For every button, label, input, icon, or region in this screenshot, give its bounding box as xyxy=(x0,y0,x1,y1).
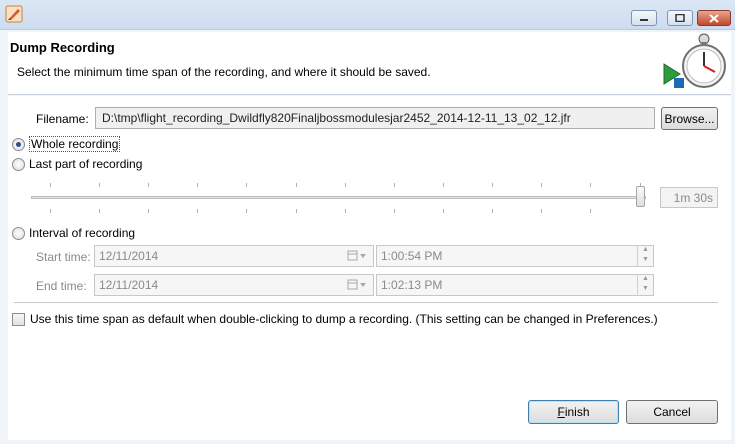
spin-down-icon[interactable]: ▼ xyxy=(638,284,653,294)
radio-whole-recording-circle[interactable] xyxy=(12,137,25,151)
end-time-value: 1:02:13 PM xyxy=(381,278,443,292)
app-flame-icon xyxy=(5,5,23,23)
slider-tick xyxy=(50,209,51,213)
slider-tick xyxy=(590,209,591,213)
close-button[interactable] xyxy=(697,10,731,26)
slider-tick xyxy=(394,209,395,213)
dialog-header: Dump Recording Select the minimum time s… xyxy=(8,32,731,95)
slider-thumb[interactable] xyxy=(636,186,645,207)
slider-tick xyxy=(197,209,198,213)
end-time-field[interactable]: 1:02:13 PM xyxy=(376,274,654,296)
calendar-dropdown-icon xyxy=(347,279,366,290)
close-icon xyxy=(709,13,719,23)
end-date-field[interactable]: 12/11/2014 xyxy=(94,274,374,296)
default-timespan-checkbox-box[interactable] xyxy=(12,312,25,326)
finish-button[interactable]: Finish xyxy=(528,400,619,424)
slider-tick xyxy=(541,183,542,187)
dialog-description: Select the minimum time span of the reco… xyxy=(17,65,431,79)
default-timespan-checkbox[interactable]: Use this time span as default when doubl… xyxy=(12,312,658,326)
slider-tick xyxy=(50,183,51,187)
start-date-field[interactable]: 12/11/2014 xyxy=(94,245,374,267)
spin-up-icon[interactable]: ▲ xyxy=(638,245,653,255)
maximize-icon xyxy=(675,14,685,22)
cancel-button[interactable]: Cancel xyxy=(626,400,718,424)
end-date-calendar-button[interactable] xyxy=(347,278,366,296)
calendar-dropdown-icon xyxy=(347,250,366,261)
slider-tick xyxy=(443,183,444,187)
maximize-button[interactable] xyxy=(667,10,693,26)
radio-whole-recording[interactable]: Whole recording xyxy=(12,136,121,152)
slider-tick xyxy=(345,183,346,187)
slider-tick xyxy=(394,183,395,187)
slider-tick xyxy=(99,209,100,213)
start-time-value: 1:00:54 PM xyxy=(381,249,443,263)
slider-tick xyxy=(541,209,542,213)
slider-tick xyxy=(197,183,198,187)
slider-tick xyxy=(99,183,100,187)
start-time-field[interactable]: 1:00:54 PM xyxy=(376,245,654,267)
stopwatch-record-icon xyxy=(663,33,726,90)
radio-interval[interactable]: Interval of recording xyxy=(12,226,135,240)
radio-interval-circle[interactable] xyxy=(12,226,25,240)
slider-tick xyxy=(590,183,591,187)
radio-last-part[interactable]: Last part of recording xyxy=(12,157,142,171)
start-date-value: 12/11/2014 xyxy=(99,249,159,263)
browse-button-label: Browse... xyxy=(664,111,715,126)
slider-value-field: 1m 30s xyxy=(660,187,718,208)
slider-tick xyxy=(148,183,149,187)
slider-tick xyxy=(296,183,297,187)
slider-tick xyxy=(492,209,493,213)
end-date-value: 12/11/2014 xyxy=(99,278,159,292)
dialog-title: Dump Recording xyxy=(10,40,115,55)
minimize-button[interactable] xyxy=(631,10,657,26)
filename-field[interactable]: D:\tmp\flight_recording_Dwildfly820Final… xyxy=(95,107,655,129)
filename-label: Filename: xyxy=(36,112,89,126)
finish-button-label: Finish xyxy=(557,405,590,419)
radio-last-part-label: Last part of recording xyxy=(29,157,143,171)
start-time-spinner[interactable]: ▲ ▼ xyxy=(637,245,653,267)
slider-tick xyxy=(492,183,493,187)
cancel-button-label: Cancel xyxy=(653,405,691,419)
slider-tick xyxy=(345,209,346,213)
radio-whole-recording-label: Whole recording xyxy=(29,136,121,152)
default-timespan-checkbox-label: Use this time span as default when doubl… xyxy=(30,312,658,326)
spin-up-icon[interactable]: ▲ xyxy=(638,274,653,284)
browse-button[interactable]: Browse... xyxy=(661,107,718,130)
end-time-spinner[interactable]: ▲ ▼ xyxy=(637,274,653,296)
slider-tick xyxy=(443,209,444,213)
radio-last-part-circle[interactable] xyxy=(12,157,25,171)
slider-tick xyxy=(246,183,247,187)
slider-tick xyxy=(296,209,297,213)
radio-interval-label: Interval of recording xyxy=(29,226,136,240)
slider-tick xyxy=(246,209,247,213)
slider-track[interactable] xyxy=(31,196,646,199)
title-bar xyxy=(0,0,735,30)
slider-tick xyxy=(148,209,149,213)
spin-down-icon[interactable]: ▼ xyxy=(638,255,653,265)
start-time-label: Start time: xyxy=(36,250,91,264)
start-date-calendar-button[interactable] xyxy=(347,249,366,267)
end-time-label: End time: xyxy=(36,279,87,293)
separator xyxy=(14,302,718,303)
minimize-icon xyxy=(640,19,648,21)
